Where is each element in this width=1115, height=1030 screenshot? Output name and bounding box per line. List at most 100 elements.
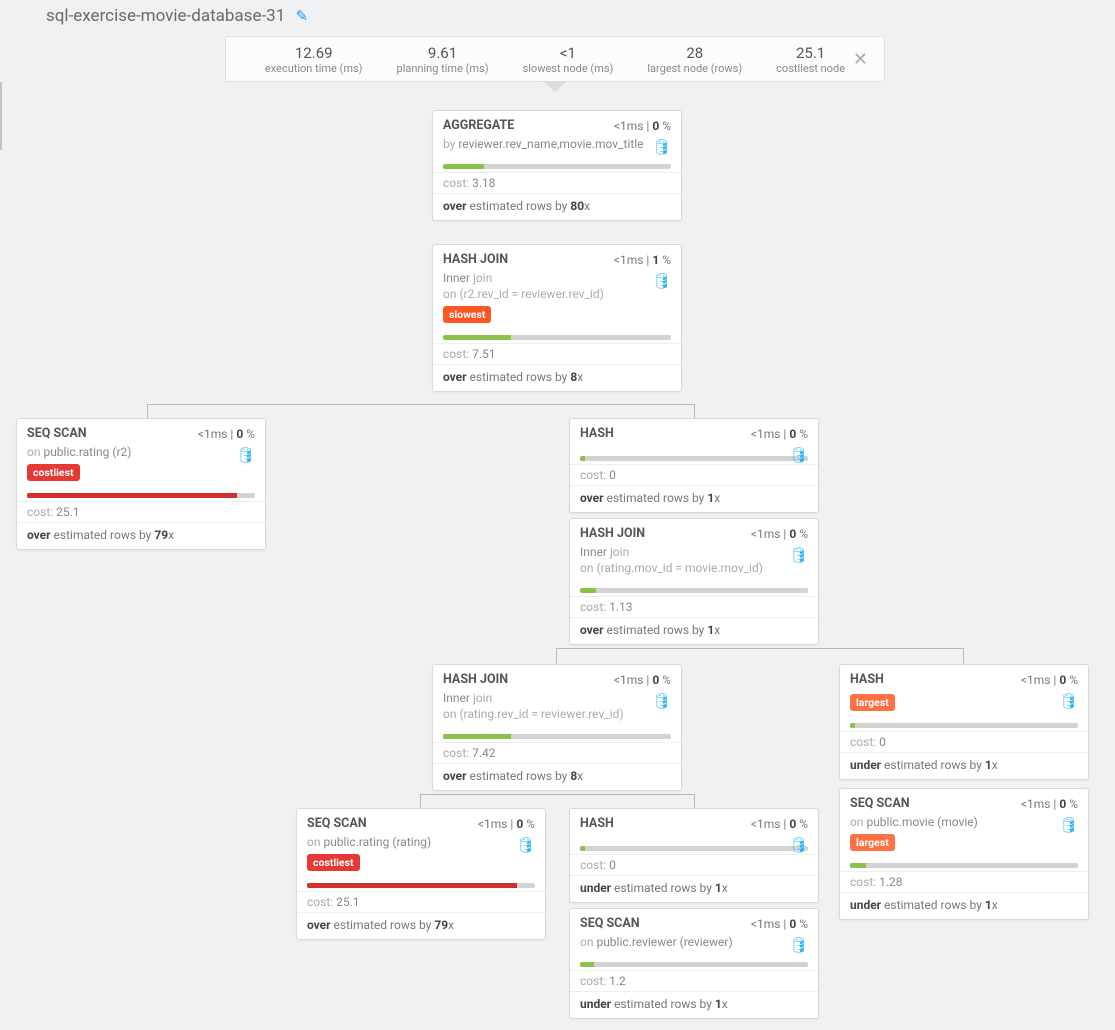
node-relation: on public.rating (rating) [307,834,535,850]
cost-bar [307,883,535,888]
connector [0,132,2,150]
estimate-row: over estimated rows by 80x [433,193,681,220]
node-group-by: by reviewer.rev_name,movie.mov_title [443,136,671,152]
node-metrics: <1ms | 0 % [1021,797,1078,811]
node-join-on: on (rating.rev_id = reviewer.rev_id) [443,706,671,722]
cost-row: cost: 0 [570,464,818,485]
node-hash-join-3[interactable]: HASH JOIN <1ms | 0 % 🛢 Inner join on (ra… [432,664,682,791]
node-join-type: Inner join [443,690,671,706]
database-icon[interactable]: 🛢 [1059,816,1078,834]
node-join-type: Inner join [443,270,671,286]
cost-row: cost: 25.1 [17,501,265,522]
node-metrics: <1ms | 0 % [751,817,808,831]
cost-row: cost: 0 [570,854,818,875]
node-title: HASH [580,816,614,831]
database-icon[interactable]: 🛢 [652,692,671,710]
cost-bar [850,723,1078,728]
database-icon[interactable]: 🛢 [789,546,808,564]
stat-execution-time: 12.69 execution time (ms) [253,44,375,75]
cost-row: cost: 0 [840,731,1088,752]
costliest-badge: costliest [27,464,80,481]
cost-row: cost: 1.13 [570,596,818,617]
node-seqscan-reviewer[interactable]: SEQ SCAN <1ms | 0 % 🛢 on public.reviewer… [569,908,819,1019]
node-hash-2[interactable]: HASH <1ms | 0 % 🛢 cost: 0 under estimate… [569,808,819,903]
node-metrics: <1ms | 1 % [614,253,671,267]
cost-bar [27,493,255,498]
node-title: SEQ SCAN [307,816,367,831]
database-icon[interactable]: 🛢 [789,936,808,954]
node-relation: on public.movie (movie) [850,814,1078,830]
node-metrics: <1ms | 0 % [751,427,808,441]
cost-row: cost: 1.2 [570,970,818,991]
title-text: sql-exercise-movie-database-31 [46,6,285,26]
node-hash-1[interactable]: HASH <1ms | 0 % 🛢 cost: 0 over estimated… [569,418,819,513]
database-icon[interactable]: 🛢 [1059,692,1078,710]
node-seqscan-r2[interactable]: SEQ SCAN <1ms | 0 % 🛢 on public.rating (… [16,418,266,550]
estimate-row: under estimated rows by 1x [570,875,818,902]
stat-planning-time: 9.61 planning time (ms) [385,44,501,75]
cost-bar [580,456,808,461]
cost-row: cost: 7.42 [433,742,681,763]
slowest-badge: slowest [443,306,491,323]
node-seqscan-rating[interactable]: SEQ SCAN <1ms | 0 % 🛢 on public.rating (… [296,808,546,940]
stats-panel: 12.69 execution time (ms) 9.61 planning … [225,36,885,82]
cost-bar [443,164,671,169]
largest-badge: largest [850,694,895,711]
cost-bar [443,335,671,340]
database-icon[interactable]: 🛢 [236,446,255,464]
estimate-row: under estimated rows by 1x [570,991,818,1018]
node-seqscan-movie[interactable]: SEQ SCAN <1ms | 0 % 🛢 on public.movie (m… [839,788,1089,920]
node-title: HASH JOIN [580,526,645,541]
node-join-type: Inner join [580,544,808,560]
node-metrics: <1ms | 0 % [478,817,535,831]
estimate-row: over estimated rows by 1x [570,485,818,512]
cost-row: cost: 7.51 [433,343,681,364]
cost-bar [580,588,808,593]
database-icon[interactable]: 🛢 [516,836,535,854]
page-title: sql-exercise-movie-database-31 ✎ [0,0,1115,30]
estimate-row: over estimated rows by 8x [433,763,681,790]
estimate-row: over estimated rows by 79x [17,522,265,549]
node-hash-join-1[interactable]: HASH JOIN <1ms | 1 % 🛢 Inner join on (r2… [432,244,682,392]
node-title: SEQ SCAN [850,796,910,811]
estimate-row: over estimated rows by 79x [297,912,545,939]
node-metrics: <1ms | 0 % [198,427,255,441]
stat-largest-node: 28 largest node (rows) [635,44,754,75]
node-title: HASH JOIN [443,672,508,687]
costliest-badge: costliest [307,854,360,871]
node-metrics: <1ms | 0 % [614,673,671,687]
plan-canvas: AGGREGATE <1ms | 0 % 🛢 by reviewer.rev_n… [0,82,1115,1030]
database-icon[interactable]: 🛢 [652,138,671,156]
database-icon[interactable]: 🛢 [789,836,808,854]
node-join-on: on (rating.mov_id = movie.mov_id) [580,560,808,576]
node-hash-3[interactable]: HASH <1ms | 0 % 🛢 largest cost: 0 under … [839,664,1089,780]
node-aggregate[interactable]: AGGREGATE <1ms | 0 % 🛢 by reviewer.rev_n… [432,110,682,221]
cost-bar [850,863,1078,868]
estimate-row: under estimated rows by 1x [840,892,1088,919]
connector [0,114,2,132]
node-title: HASH [580,426,614,441]
node-metrics: <1ms | 0 % [751,527,808,541]
estimate-row: over estimated rows by 8x [433,364,681,391]
node-join-on: on (r2.rev_id = reviewer.rev_id) [443,286,671,302]
cost-bar [580,962,808,967]
cost-row: cost: 3.18 [433,172,681,193]
connector [556,648,964,664]
estimate-row: under estimated rows by 1x [840,752,1088,779]
node-title: HASH [850,672,884,687]
node-relation: on public.reviewer (reviewer) [580,934,808,950]
database-icon[interactable]: 🛢 [652,272,671,290]
node-title: SEQ SCAN [580,916,640,931]
connector [0,96,2,114]
edit-title-icon[interactable]: ✎ [296,7,309,25]
database-icon[interactable]: 🛢 [789,446,808,464]
node-title: AGGREGATE [443,118,514,133]
connector [0,82,2,96]
largest-badge: largest [850,834,895,851]
close-stats-icon[interactable]: ✕ [853,49,868,70]
cost-row: cost: 1.28 [840,871,1088,892]
arrow-down-icon [543,81,567,92]
node-metrics: <1ms | 0 % [614,119,671,133]
node-hash-join-2[interactable]: HASH JOIN <1ms | 0 % 🛢 Inner join on (ra… [569,518,819,645]
node-title: SEQ SCAN [27,426,87,441]
